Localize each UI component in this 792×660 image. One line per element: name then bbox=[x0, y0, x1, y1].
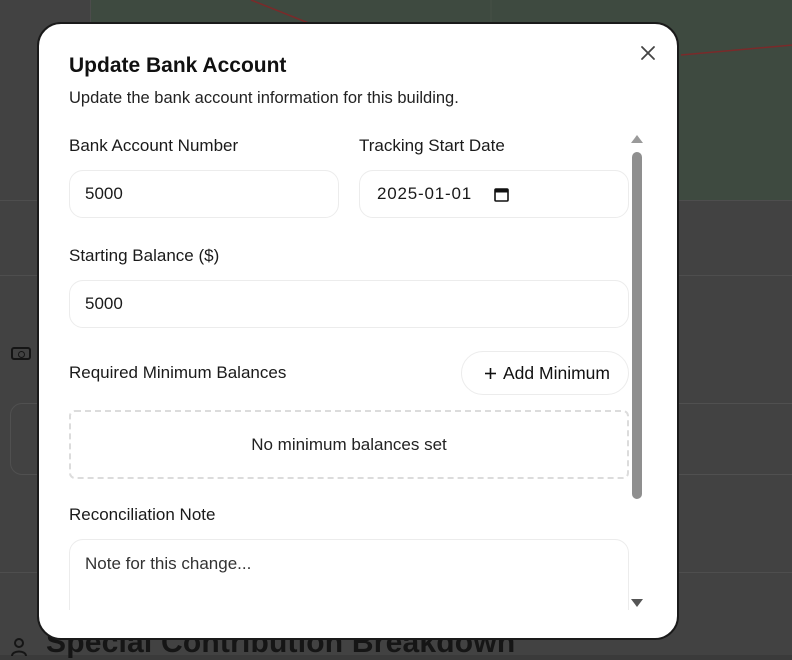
reconciliation-note-textarea[interactable]: Note for this change... bbox=[69, 539, 629, 610]
reconciliation-note-label: Reconciliation Note bbox=[69, 505, 216, 524]
starting-balance-label: Starting Balance ($) bbox=[69, 246, 220, 265]
tracking-start-date-label: Tracking Start Date bbox=[359, 136, 505, 155]
empty-state-text: No minimum balances set bbox=[251, 434, 447, 454]
close-button[interactable] bbox=[639, 44, 657, 62]
dialog-scroll-area[interactable]: Bank Account Number 5000 Tracking Start … bbox=[39, 124, 677, 610]
reconciliation-note-placeholder: Note for this change... bbox=[85, 554, 252, 573]
bank-account-number-label: Bank Account Number bbox=[69, 136, 239, 155]
dialog-title: Update Bank Account bbox=[69, 54, 287, 77]
bank-account-number-value: 5000 bbox=[85, 184, 123, 203]
close-icon bbox=[641, 46, 655, 60]
bank-account-number-input[interactable]: 5000 bbox=[69, 170, 339, 218]
scrollbar-thumb[interactable] bbox=[632, 152, 642, 499]
tracking-start-date-value: 2025-01-01 bbox=[377, 184, 472, 203]
money-icon bbox=[11, 347, 31, 360]
starting-balance-value: 5000 bbox=[85, 294, 123, 313]
update-bank-account-dialog: Update Bank Account Update the bank acco… bbox=[37, 22, 679, 640]
scroll-down-arrow[interactable] bbox=[631, 599, 643, 607]
calendar-icon[interactable] bbox=[494, 187, 509, 202]
starting-balance-input[interactable]: 5000 bbox=[69, 280, 629, 328]
dialog-description: Update the bank account information for … bbox=[69, 89, 459, 107]
tracking-start-date-input[interactable]: 2025-01-01 bbox=[359, 170, 629, 218]
scroll-up-arrow[interactable] bbox=[631, 135, 643, 143]
minimum-balances-empty-state: No minimum balances set bbox=[69, 410, 629, 479]
add-minimum-label: Add Minimum bbox=[503, 362, 610, 383]
minimum-balances-label: Required Minimum Balances bbox=[69, 363, 287, 382]
scrollbar[interactable] bbox=[629, 132, 645, 610]
plus-icon bbox=[485, 367, 496, 379]
add-minimum-button[interactable]: Add Minimum bbox=[461, 351, 629, 395]
users-icon bbox=[11, 638, 27, 657]
